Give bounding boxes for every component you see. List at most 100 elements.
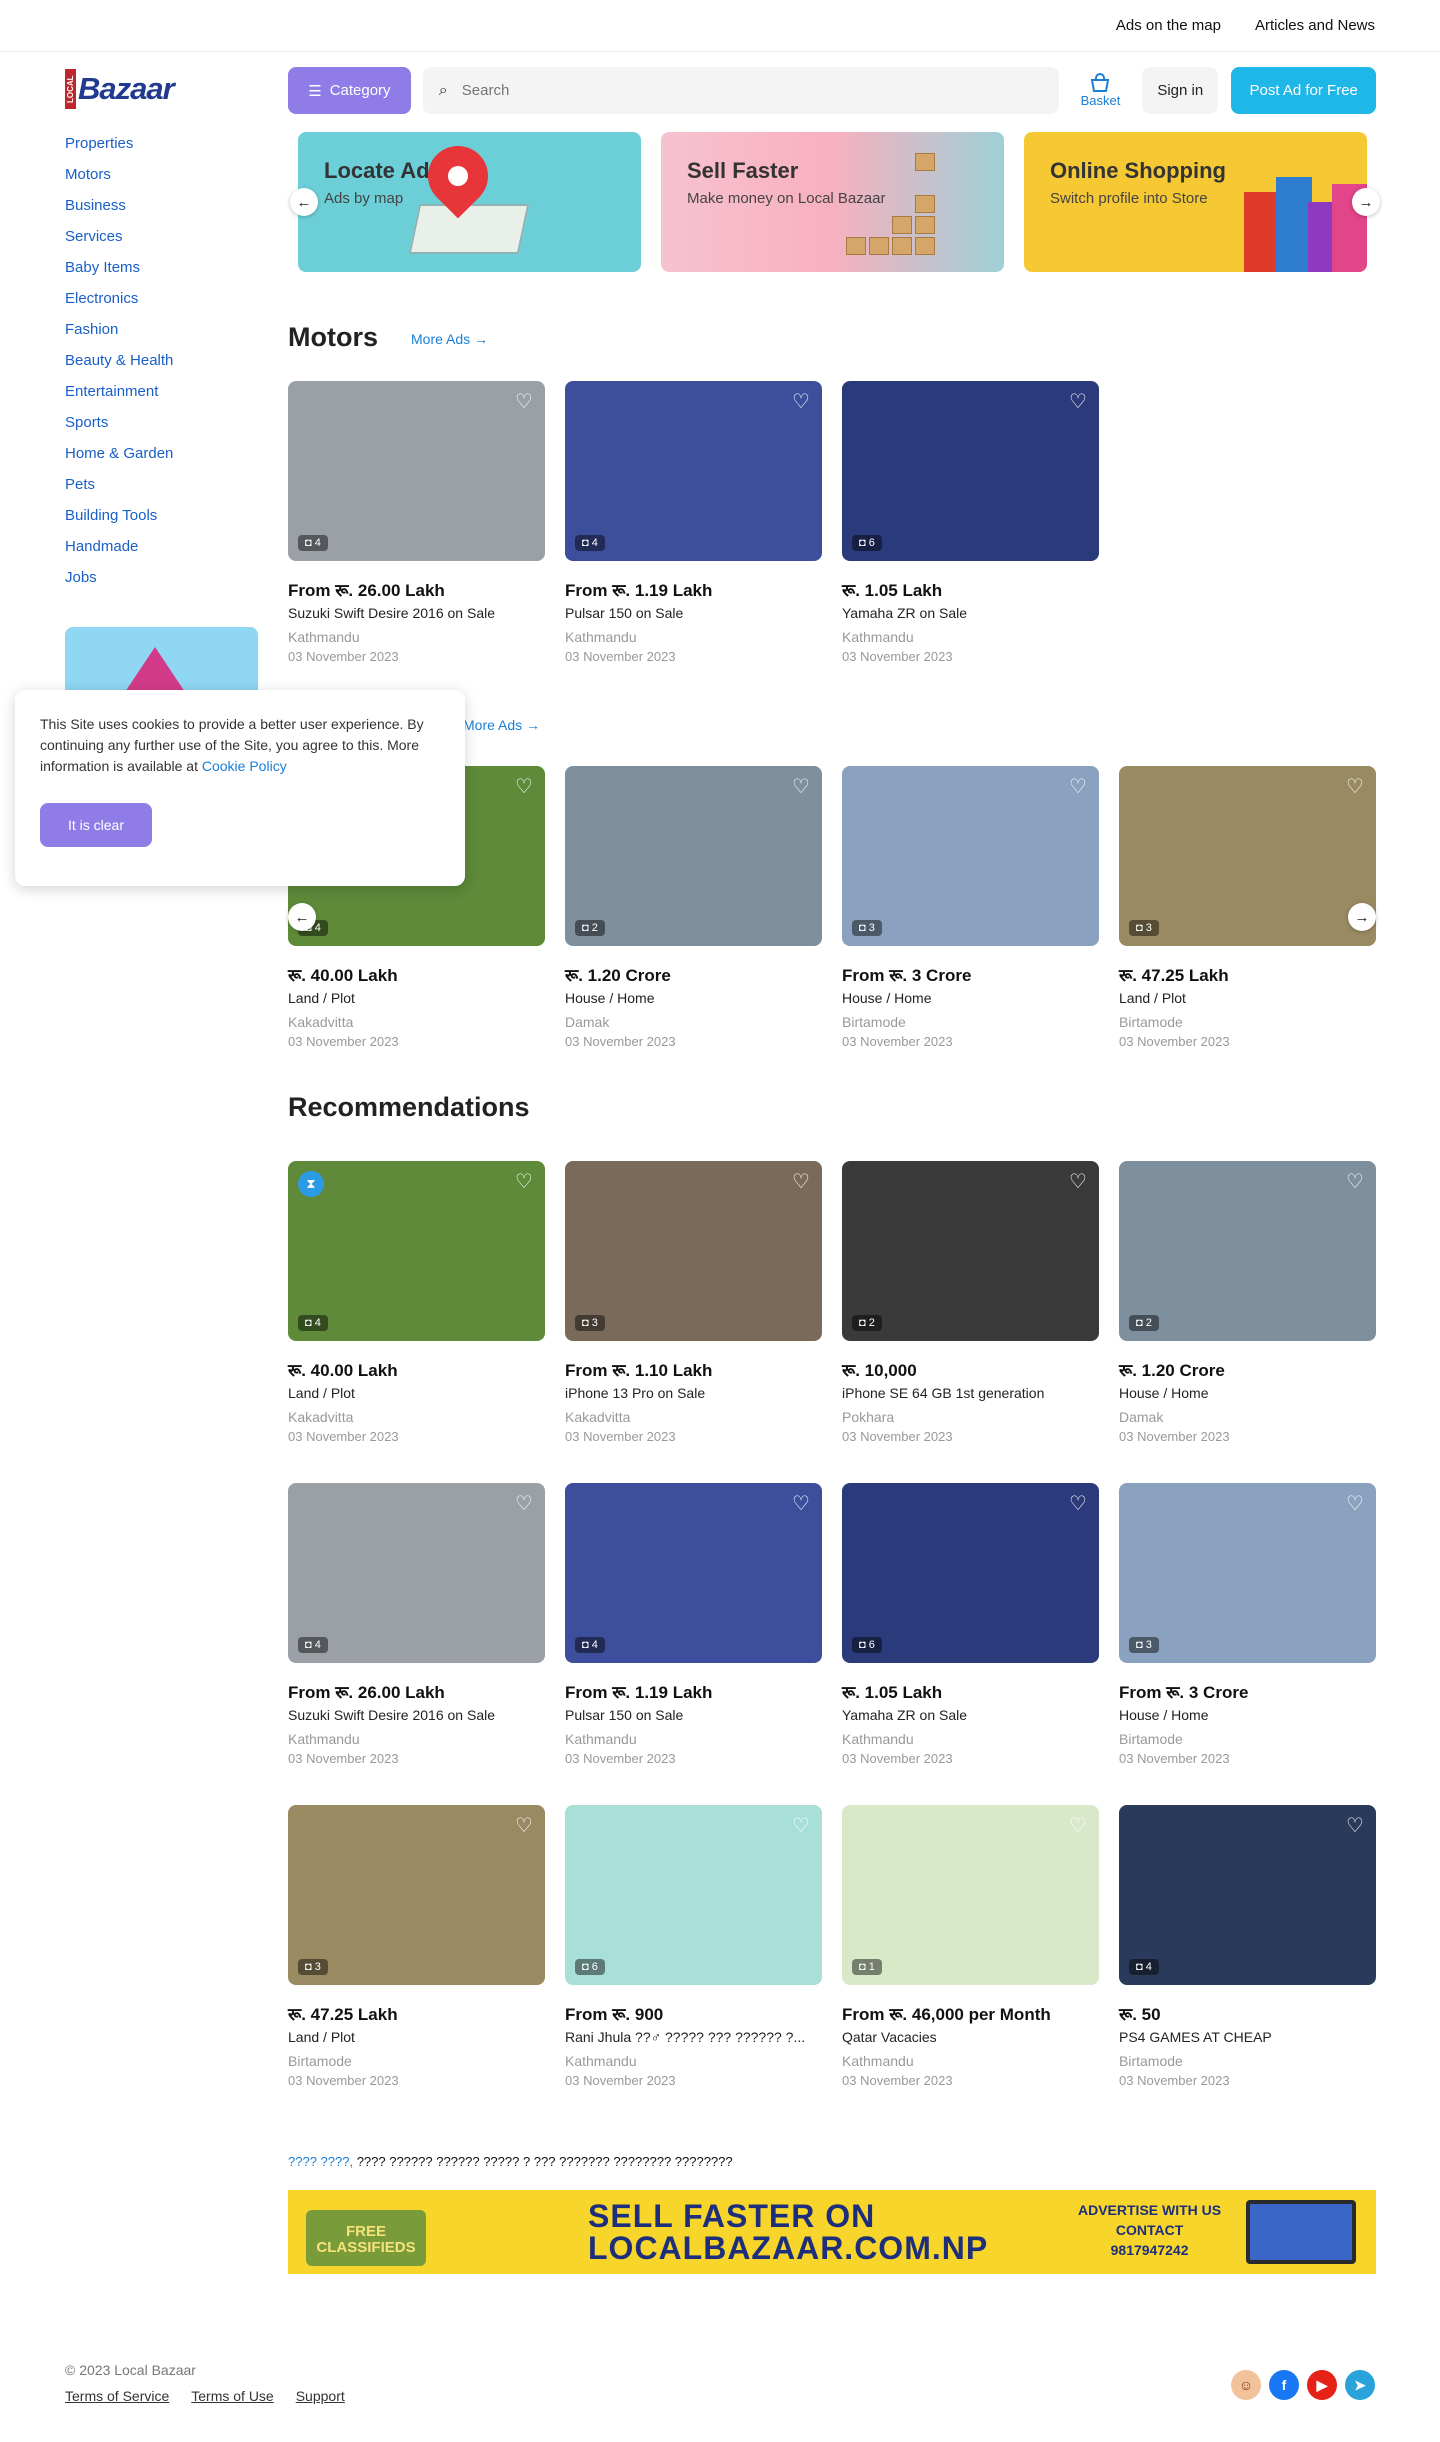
- listing-price: रू. 40.00 Lakh: [288, 966, 398, 985]
- search-icon[interactable]: ⌕: [439, 82, 448, 100]
- listing-image: ♡ ◘ 6: [842, 1483, 1099, 1663]
- listing-price: From रू. 26.00 Lakh: [288, 581, 445, 600]
- cookie-accept-button[interactable]: It is clear: [40, 803, 152, 847]
- listing-card[interactable]: ♡ ◘ 6 रू. 1.05 Lakh Yamaha ZR on Sale Kat…: [842, 381, 1099, 664]
- photo-count: ◘ 3: [575, 1315, 605, 1331]
- heart-icon[interactable]: ♡: [790, 776, 812, 798]
- ads-on-map-link[interactable]: Ads on the map: [1116, 17, 1221, 34]
- sidebar-item-beauty-health[interactable]: Beauty & Health: [65, 345, 260, 376]
- listing-card[interactable]: ♡ ◘ 3 From रू. 3 Crore House / Home Birta…: [842, 766, 1099, 1049]
- mascot-icon[interactable]: ☺: [1231, 2370, 1261, 2400]
- listing-card[interactable]: ♡ ◘ 4 From रू. 1.19 Lakh Pulsar 150 on Sa…: [565, 1483, 822, 1766]
- seo-link[interactable]: ???? ????,: [288, 2154, 353, 2169]
- listing-image: ♡ ◘ 4: [565, 1483, 822, 1663]
- listing-title: PS4 GAMES AT CHEAP: [1119, 2029, 1272, 2045]
- listing-card[interactable]: ♡ ◘ 4 From रू. 26.00 Lakh Suzuki Swift De…: [288, 1483, 545, 1766]
- listing-card[interactable]: ♡ ◘ 3 From रू. 1.10 Lakh iPhone 13 Pro on…: [565, 1161, 822, 1444]
- advertise-banner[interactable]: FREE CLASSIFIEDS SELL FASTER ON LOCALBAZ…: [288, 2190, 1376, 2274]
- heart-icon[interactable]: ♡: [1067, 1493, 1089, 1515]
- motors-more-link[interactable]: More Ads →: [411, 331, 488, 347]
- banner-prev-button[interactable]: ←: [290, 188, 318, 216]
- sidebar-item-building-tools[interactable]: Building Tools: [65, 500, 260, 531]
- cart-box-graphic: [846, 237, 866, 255]
- sidebar-item-pets[interactable]: Pets: [65, 469, 260, 500]
- logo[interactable]: LOCAL Bazaar: [65, 68, 260, 110]
- listing-card[interactable]: ♡ ◘ 4 From रू. 1.19 Lakh Pulsar 150 on Sa…: [565, 381, 822, 664]
- sidebar-item-sports[interactable]: Sports: [65, 407, 260, 438]
- heart-icon[interactable]: ♡: [790, 1171, 812, 1193]
- ad-contact-phone: 9817947242: [1110, 2242, 1189, 2258]
- banner-locate-ad[interactable]: Locate Ad. Ads by map: [298, 132, 641, 272]
- shopping-bags-graphic: [1224, 152, 1367, 272]
- listing-image: ♡ ◘ 4: [1119, 1805, 1376, 1985]
- sidebar-item-motors[interactable]: Motors: [65, 159, 260, 190]
- sidebar-item-baby-items[interactable]: Baby Items: [65, 252, 260, 283]
- listing-card[interactable]: ♡ ◘ 2 रू. 1.20 Crore House / Home Damak 0…: [1119, 1161, 1376, 1444]
- heart-icon[interactable]: ♡: [1344, 1815, 1366, 1837]
- cookie-policy-link[interactable]: Cookie Policy: [202, 758, 287, 774]
- listing-card[interactable]: ♡ ◘ 3 From रू. 3 Crore House / Home Birta…: [1119, 1483, 1376, 1766]
- heart-icon[interactable]: ♡: [1067, 776, 1089, 798]
- listing-title: iPhone 13 Pro on Sale: [565, 1385, 706, 1401]
- post-ad-button[interactable]: Post Ad for Free: [1231, 67, 1376, 114]
- listing-card[interactable]: ♡ ◘ 4 रू. 50 PS4 GAMES AT CHEAP Birtamode…: [1119, 1805, 1376, 2088]
- listing-card[interactable]: ♡ ◘ 4 From रू. 26.00 Lakh Suzuki Swift De…: [288, 381, 545, 664]
- heart-icon[interactable]: ♡: [513, 1171, 535, 1193]
- heart-icon[interactable]: ♡: [790, 1493, 812, 1515]
- listing-card[interactable]: ♡ ◘ 6 From रू. 900 Rani Jhula ??♂ ????? ?…: [565, 1805, 822, 2088]
- listing-card[interactable]: ♡ ◘ 3 रू. 47.25 Lakh Land / Plot Birtamod…: [288, 1805, 545, 2088]
- basket-button[interactable]: Basket: [1071, 73, 1130, 108]
- category-button[interactable]: ☰ Category: [288, 67, 411, 114]
- listing-card[interactable]: ♡ ◘ 3 रू. 47.25 Lakh Land / Plot Birtamod…: [1119, 766, 1376, 1049]
- sidebar-item-properties[interactable]: Properties: [65, 128, 260, 159]
- listing-card[interactable]: ♡ ◘ 2 रू. 10,000 iPhone SE 64 GB 1st gene…: [842, 1161, 1099, 1444]
- terms-of-use-link[interactable]: Terms of Use: [191, 2388, 273, 2404]
- listing-card[interactable]: ⧗ ♡ ◘ 4 रू. 40.00 Lakh Land / Plot Kakadvi…: [288, 1161, 545, 1444]
- signin-button[interactable]: Sign in: [1142, 67, 1219, 114]
- listing-card[interactable]: ♡ ◘ 2 रू. 1.20 Crore House / Home Damak 0…: [565, 766, 822, 1049]
- sidebar-item-handmade[interactable]: Handmade: [65, 531, 260, 562]
- terms-of-service-link[interactable]: Terms of Service: [65, 2388, 169, 2404]
- photo-count: ◘ 6: [852, 1637, 882, 1653]
- heart-icon[interactable]: ♡: [1344, 1493, 1366, 1515]
- listing-location: Kathmandu: [842, 1731, 914, 1747]
- listing-location: Birtamode: [1119, 2053, 1183, 2069]
- sidebar-item-entertainment[interactable]: Entertainment: [65, 376, 260, 407]
- recommendations-title: Recommendations: [288, 1092, 530, 1122]
- heart-icon[interactable]: ♡: [513, 391, 535, 413]
- heart-icon[interactable]: ♡: [790, 391, 812, 413]
- sidebar-item-fashion[interactable]: Fashion: [65, 314, 260, 345]
- properties-more-link[interactable]: More Ads →: [463, 717, 540, 733]
- heart-icon[interactable]: ♡: [1344, 776, 1366, 798]
- heart-icon[interactable]: ♡: [1344, 1171, 1366, 1193]
- heart-icon[interactable]: ♡: [513, 1493, 535, 1515]
- sidebar-item-business[interactable]: Business: [65, 190, 260, 221]
- heart-icon[interactable]: ♡: [790, 1815, 812, 1837]
- heart-icon[interactable]: ♡: [1067, 1171, 1089, 1193]
- properties-prev-button[interactable]: ←: [288, 903, 316, 931]
- logo-local-tag: LOCAL: [65, 69, 76, 109]
- telegram-icon[interactable]: ➤: [1345, 2370, 1375, 2400]
- heart-icon[interactable]: ♡: [1067, 391, 1089, 413]
- sidebar-item-jobs[interactable]: Jobs: [65, 562, 260, 593]
- support-link[interactable]: Support: [296, 2388, 345, 2404]
- listing-card[interactable]: ♡ ◘ 6 रू. 1.05 Lakh Yamaha ZR on Sale Kat…: [842, 1483, 1099, 1766]
- heart-icon[interactable]: ♡: [513, 1815, 535, 1837]
- sidebar-item-home-garden[interactable]: Home & Garden: [65, 438, 260, 469]
- search-input[interactable]: [461, 82, 1042, 99]
- banner-sell-faster[interactable]: Sell Faster Make money on Local Bazaar: [661, 132, 1004, 272]
- listing-price: रू. 40.00 Lakh: [288, 1361, 398, 1380]
- listing-card[interactable]: ♡ ◘ 1 From रू. 46,000 per Month Qatar Vac…: [842, 1805, 1099, 2088]
- sidebar-item-electronics[interactable]: Electronics: [65, 283, 260, 314]
- listing-date: 03 November 2023: [842, 1751, 953, 1766]
- sidebar-item-services[interactable]: Services: [65, 221, 260, 252]
- facebook-icon[interactable]: f: [1269, 2370, 1299, 2400]
- properties-next-button[interactable]: →: [1348, 903, 1376, 931]
- banner-next-button[interactable]: →: [1352, 188, 1380, 216]
- articles-link[interactable]: Articles and News: [1255, 17, 1375, 34]
- heart-icon[interactable]: ♡: [1067, 1815, 1089, 1837]
- heart-icon[interactable]: ♡: [513, 776, 535, 798]
- youtube-icon[interactable]: ▶: [1307, 2370, 1337, 2400]
- banner-online-shopping[interactable]: Online Shopping Switch profile into Stor…: [1024, 132, 1367, 272]
- ad-headline-line2: LOCALBAZAAR.COM.NP: [588, 2230, 989, 2266]
